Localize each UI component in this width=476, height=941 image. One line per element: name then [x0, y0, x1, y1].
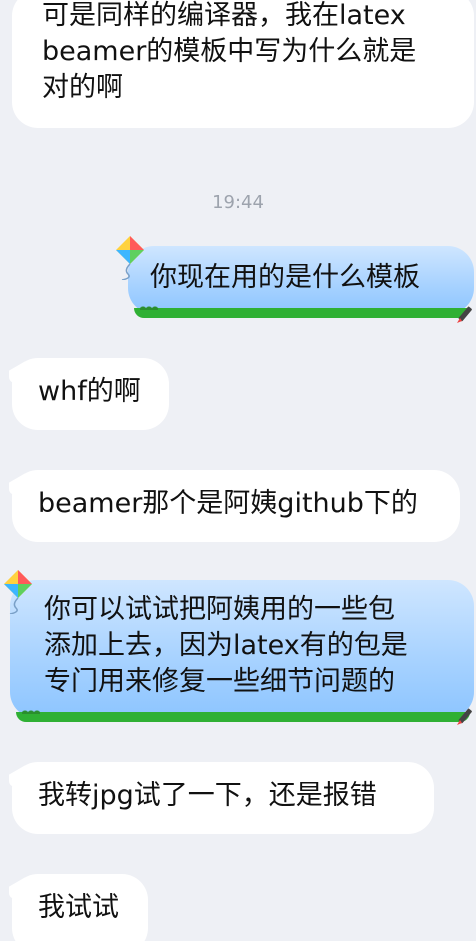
- bubble-tail: [9, 765, 25, 791]
- outgoing-message-bubble[interactable]: 你现在用的是什么模板: [128, 246, 474, 318]
- kite-icon: [116, 236, 144, 280]
- pen-icon: [457, 708, 472, 725]
- outgoing-message-bubble[interactable]: 你可以试试把阿姨用的一些包 添加上去，因为latex有的包是 专门用来修复一些细…: [10, 580, 474, 722]
- incoming-message-bubble[interactable]: 我转jpg试了一下，还是报错: [9, 762, 434, 834]
- incoming-message-bubble[interactable]: 我试试: [9, 874, 148, 941]
- message-text-line: whf的啊: [38, 376, 141, 407]
- message-text-line: 添加上去，因为latex有的包是: [44, 630, 408, 661]
- message-text-line: beamer的模板中写为什么就是: [42, 36, 417, 67]
- grass-decoration: [134, 302, 470, 318]
- message-text-line: 我试试: [38, 892, 119, 923]
- message-text-line: 可是同样的编译器，我在latex: [42, 0, 406, 31]
- message-text-line: 你可以试试把阿姨用的一些包: [44, 594, 395, 625]
- incoming-message-bubble[interactable]: beamer那个是阿姨github下的: [9, 470, 460, 542]
- incoming-message-bubble[interactable]: 可是同样的编译器，我在latex beamer的模板中写为什么就是 对的啊: [12, 0, 474, 128]
- incoming-message-bubble[interactable]: whf的啊: [9, 358, 169, 430]
- message-text-line: 对的啊: [42, 72, 123, 103]
- bubble-tail: [9, 877, 25, 903]
- message-text-line: 你现在用的是什么模板: [150, 262, 420, 293]
- timestamp: 19:44: [212, 192, 264, 213]
- bubble-tail: [9, 361, 25, 387]
- message-text-line: beamer那个是阿姨github下的: [38, 488, 418, 519]
- message-text-line: 我转jpg试了一下，还是报错: [38, 780, 377, 811]
- grass-decoration: [16, 706, 470, 722]
- message-text-line: 专门用来修复一些细节问题的: [44, 666, 395, 697]
- chat-view: 可是同样的编译器，我在latex beamer的模板中写为什么就是 对的啊 19…: [0, 0, 476, 941]
- bubble-tail: [9, 473, 25, 499]
- pen-icon: [457, 306, 472, 323]
- kite-icon: [4, 570, 32, 614]
